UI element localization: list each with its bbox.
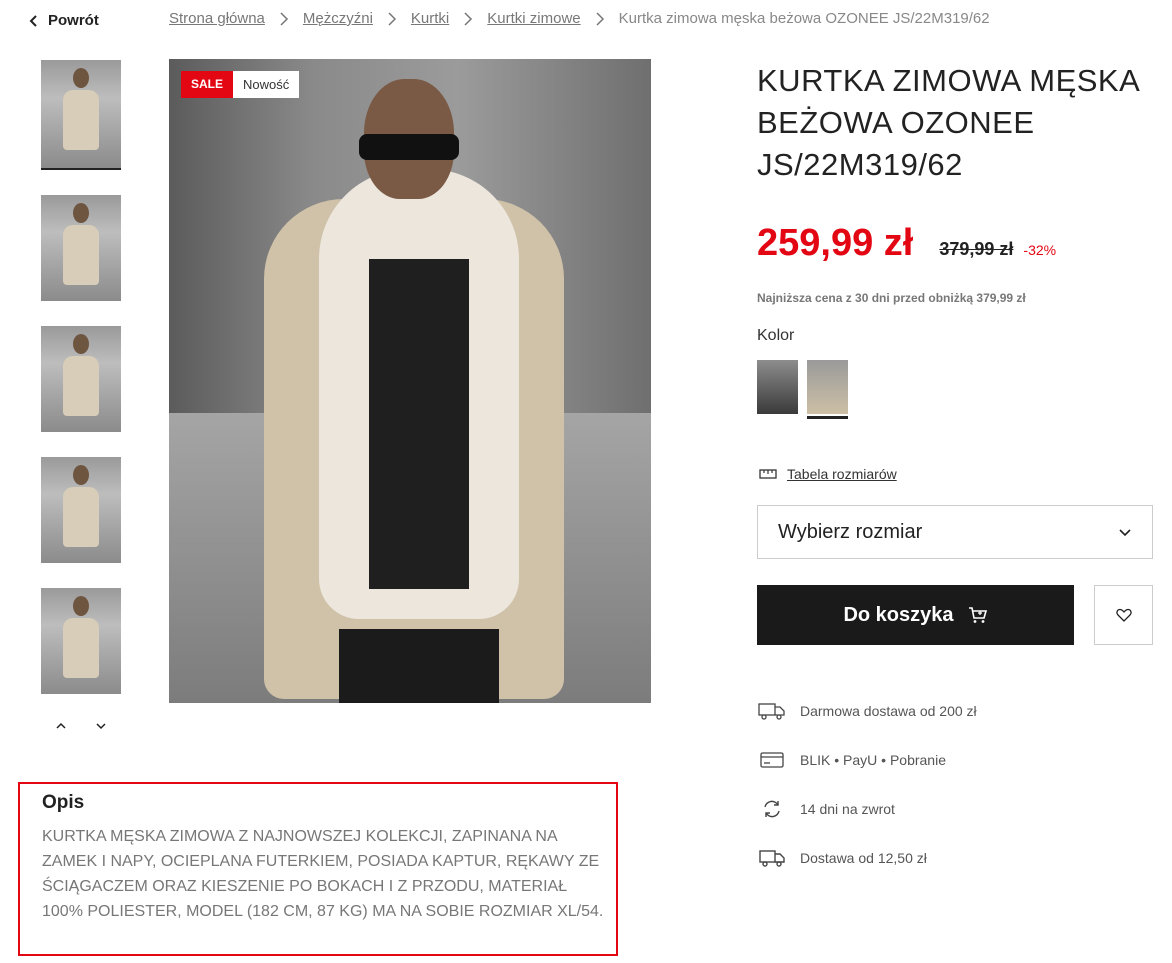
free-delivery-icon [758, 700, 786, 722]
info-text: Dostawa od 12,50 zł [800, 849, 927, 866]
chevron-up-icon[interactable] [53, 718, 69, 734]
image-glasses [359, 134, 459, 160]
size-table-label: Tabela rozmiarów [787, 466, 897, 482]
chevron-down-icon [1119, 529, 1131, 537]
image-shirt [369, 259, 469, 589]
discount-badge: -32% [1023, 242, 1057, 258]
thumbnail[interactable] [41, 457, 121, 563]
old-price: 379,99 zł [939, 239, 1014, 259]
size-select-value: Wybierz rozmiar [778, 520, 923, 543]
chevron-down-icon[interactable] [93, 718, 109, 734]
thumbnail[interactable] [41, 588, 121, 694]
info-text: BLIK • PayU • Pobranie [800, 751, 946, 768]
breadcrumb-home[interactable]: Strona główna [169, 10, 265, 27]
lowest-price-note: Najniższa cena z 30 dni przed obniżką 37… [757, 291, 1026, 305]
color-swatches [757, 360, 848, 419]
wishlist-button[interactable] [1094, 585, 1153, 645]
chevron-right-icon [280, 11, 288, 26]
chevron-right-icon [464, 11, 473, 26]
breadcrumb-winter-jackets[interactable]: Kurtki zimowe [487, 10, 580, 27]
cart-button-label: Do koszyka [843, 603, 954, 626]
price-block: 259,99 zł 379,99 zł -32% [757, 222, 1056, 265]
info-text: 14 dni na zwrot [800, 800, 895, 817]
color-label: Kolor [757, 327, 795, 344]
current-price: 259,99 zł [757, 222, 914, 264]
chevron-right-icon [596, 11, 604, 26]
info-row-delivery: Dostawa od 12,50 zł [758, 833, 1138, 882]
product-badges: SALE Nowość [181, 71, 300, 98]
breadcrumb-men[interactable]: Mężczyźni [303, 10, 373, 27]
size-select[interactable]: Wybierz rozmiar [757, 505, 1153, 559]
product-thumbnail-image [41, 195, 121, 301]
return-icon [758, 798, 786, 820]
product-thumbnail-image [41, 588, 121, 694]
thumbnail-list [41, 60, 121, 719]
description-panel: Opis KURTKA MĘSKA ZIMOWA Z NAJNOWSZEJ KO… [18, 782, 618, 956]
cart-icon [968, 607, 987, 623]
product-title: KURTKA ZIMOWA MĘSKA BEŻOWA OZONEE JS/22M… [757, 63, 1139, 182]
swatch-image [807, 360, 848, 414]
card-icon [758, 749, 786, 771]
sale-badge: SALE [181, 71, 234, 98]
back-link[interactable]: Powrót [28, 12, 99, 29]
info-row-return: 14 dni na zwrot [758, 784, 1138, 833]
heart-icon [1115, 608, 1132, 622]
description-heading: Opis [42, 792, 85, 813]
info-row-payment: BLIK • PayU • Pobranie [758, 735, 1138, 784]
color-swatch-dark[interactable] [757, 360, 798, 414]
product-thumbnail-image [41, 326, 121, 432]
thumbnail[interactable] [41, 195, 121, 301]
color-swatch-beige[interactable] [807, 360, 848, 419]
info-text: Darmowa dostawa od 200 zł [800, 702, 977, 719]
thumbnail[interactable] [41, 326, 121, 432]
truck-icon [758, 847, 786, 869]
product-thumbnail-image [41, 457, 121, 563]
product-thumbnail-image [41, 60, 121, 168]
product-main-image[interactable] [169, 59, 651, 703]
ruler-icon [759, 469, 777, 479]
thumbnail[interactable] [41, 60, 121, 170]
delivery-info: Darmowa dostawa od 200 zł BLIK • PayU • … [758, 686, 1138, 882]
breadcrumb-current: Kurtka zimowa męska beżowa OZONEE JS/22M… [618, 10, 990, 27]
add-to-cart-button[interactable]: Do koszyka [757, 585, 1074, 645]
back-label: Powrót [48, 12, 99, 29]
chevron-right-icon [388, 11, 396, 26]
chevron-left-icon [29, 14, 37, 27]
size-table-link[interactable]: Tabela rozmiarów [759, 466, 897, 482]
description-text: KURTKA MĘSKA ZIMOWA Z NAJNOWSZEJ KOLEKCJ… [42, 828, 604, 920]
breadcrumb: Strona główna Mężczyźni Kurtki Kurtki zi… [169, 10, 990, 27]
info-row-free-delivery: Darmowa dostawa od 200 zł [758, 686, 1138, 735]
thumbnail-nav [41, 718, 121, 734]
new-badge: Nowość [233, 71, 300, 98]
breadcrumb-jackets[interactable]: Kurtki [411, 10, 449, 27]
image-legs [339, 629, 499, 703]
swatch-image [757, 360, 798, 414]
